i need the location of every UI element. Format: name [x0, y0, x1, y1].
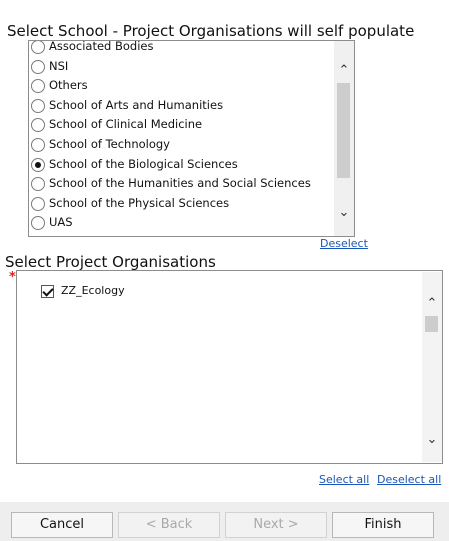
school-option-label: School of Clinical Medicine — [49, 117, 203, 132]
select-all-link[interactable]: Select all — [319, 473, 369, 486]
chevron-down-icon[interactable]: ⌄ — [334, 203, 354, 223]
school-radio-list[interactable]: Associated Bodies NSI Others School of A… — [28, 40, 355, 237]
school-option-label: School of the Physical Sciences — [49, 195, 230, 210]
radio-button[interactable] — [31, 216, 45, 231]
school-options: Associated Bodies NSI Others School of A… — [29, 40, 333, 234]
school-option[interactable]: School of Arts and Humanities — [29, 97, 333, 117]
deselect-all-link[interactable]: Deselect all — [377, 473, 441, 486]
radio-button[interactable] — [31, 177, 45, 192]
school-option[interactable]: School of the Humanities and Social Scie… — [29, 175, 333, 195]
checkbox[interactable] — [41, 285, 54, 298]
school-option-label: NSI — [49, 58, 69, 73]
scrollbar-thumb[interactable] — [337, 83, 350, 178]
school-option-label: Others — [49, 78, 88, 93]
organisations-scrollbar[interactable]: ⌃ ⌄ — [422, 272, 442, 462]
school-option[interactable]: School of Technology — [29, 136, 333, 156]
school-option[interactable]: Associated Bodies — [29, 40, 333, 58]
radio-button[interactable] — [31, 137, 45, 152]
radio-button[interactable] — [31, 79, 45, 94]
school-option-label: School of Arts and Humanities — [49, 97, 224, 112]
school-option[interactable]: School of the Physical Sciences — [29, 195, 333, 215]
organisation-label: ZZ_Ecology — [61, 284, 125, 297]
school-option[interactable]: School of the Biological Sciences — [29, 156, 333, 176]
school-option-label: School of the Biological Sciences — [49, 156, 238, 171]
radio-button[interactable] — [31, 157, 45, 172]
finish-button[interactable]: Finish — [332, 512, 434, 538]
school-option-label: UAS — [49, 215, 73, 230]
school-option-label: School of the Humanities and Social Scie… — [49, 176, 311, 191]
organisations-section-label: Select Project Organisations — [5, 253, 216, 271]
scrollbar-thumb[interactable] — [425, 316, 438, 332]
chevron-up-icon[interactable]: ⌃ — [422, 294, 442, 314]
required-indicator: * — [9, 270, 16, 285]
next-button[interactable]: Next > — [225, 512, 327, 538]
deselect-school-link[interactable]: Deselect — [320, 237, 368, 250]
radio-button[interactable] — [31, 41, 45, 54]
wizard-footer: Cancel < Back Next > Finish — [0, 502, 449, 541]
radio-button[interactable] — [31, 98, 45, 113]
school-option[interactable]: NSI — [29, 58, 333, 78]
cancel-button[interactable]: Cancel — [11, 512, 113, 538]
back-button[interactable]: < Back — [118, 512, 220, 538]
chevron-up-icon[interactable]: ⌃ — [334, 61, 354, 81]
organisations-checkbox-list[interactable]: ZZ_Ecology ⌃ ⌄ — [16, 270, 443, 464]
radio-button[interactable] — [31, 118, 45, 133]
school-option[interactable]: UAS — [29, 214, 333, 234]
school-section-label: Select School - Project Organisations wi… — [7, 22, 415, 40]
school-option-label: School of Technology — [49, 136, 170, 151]
radio-button[interactable] — [31, 196, 45, 211]
school-option-label: Associated Bodies — [49, 40, 154, 53]
chevron-down-icon[interactable]: ⌄ — [422, 430, 442, 450]
school-option[interactable]: School of Clinical Medicine — [29, 116, 333, 136]
school-option[interactable]: Others — [29, 77, 333, 97]
school-list-scrollbar[interactable]: ⌃ ⌄ — [334, 41, 354, 236]
radio-button[interactable] — [31, 59, 45, 74]
